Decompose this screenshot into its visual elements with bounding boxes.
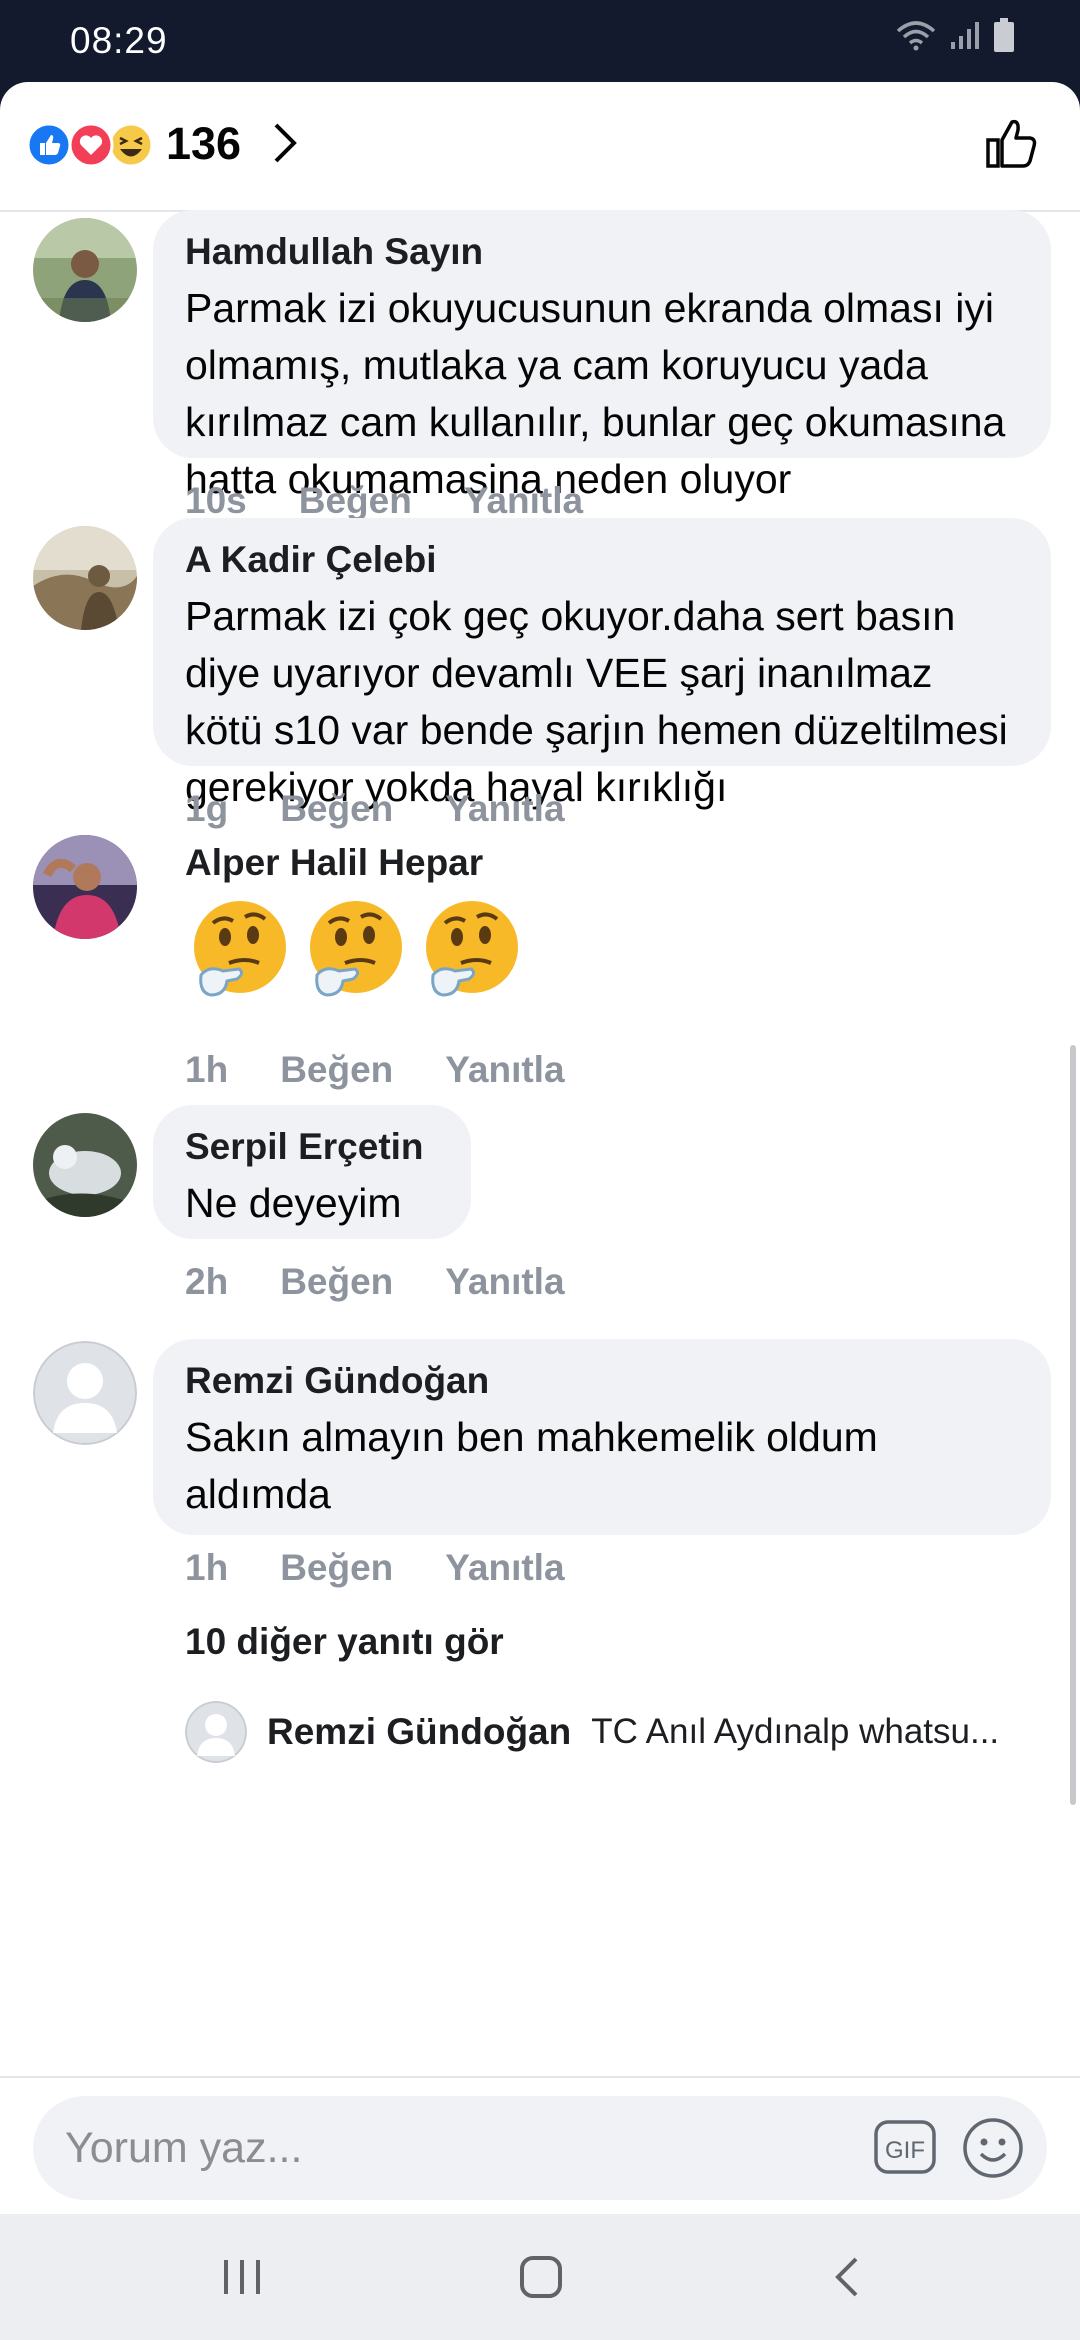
like-button[interactable]: Beğen [280,1261,393,1303]
comment-emojis[interactable] [187,897,525,1003]
smile-icon [963,2118,1023,2178]
home-icon[interactable] [518,2254,564,2300]
like-thumb-icon[interactable] [984,114,1042,172]
comment-actions: 10s Beğen Yanıtla [185,480,583,522]
reply-preview[interactable]: Remzi Gündoğan TC Anıl Aydınalp whatsu..… [185,1701,999,1763]
comments-sheet: 136 Hamdullah Sayın Parmak izi okuyucusu… [0,82,1080,2214]
comment-actions: 1h Beğen Yanıtla [185,1547,565,1589]
comment-bubble[interactable]: A Kadir Çelebi Parmak izi çok geç okuyor… [153,518,1051,810]
thinking-face-icon [426,901,518,997]
reply-text: TC Anıl Aydınalp whatsu... [591,1712,1000,1751]
comment-author[interactable]: Serpil Erçetin [185,1123,439,1171]
status-icons [896,18,1014,52]
gif-icon: GIF [874,2120,936,2174]
battery-icon [994,18,1014,52]
comment-author[interactable]: Hamdullah Sayın [185,228,1019,276]
comment-input[interactable]: Yorum yaz... GIF [33,2096,1047,2200]
reaction-icons[interactable] [26,120,156,170]
comments-list: Hamdullah Sayın Parmak izi okuyucusunun … [0,210,1080,2155]
comment-age[interactable]: 1g [185,788,228,830]
default-avatar-icon [33,1341,137,1445]
haha-reaction-icon [108,122,154,168]
system-nav-bar [0,2214,1080,2340]
view-more-replies-link[interactable]: 10 diğer yanıtı gör [185,1621,504,1663]
reaction-count[interactable]: 136 [166,118,241,170]
comment-input-placeholder: Yorum yaz... [65,2124,303,2172]
recent-apps-icon[interactable] [218,2254,266,2300]
avatar[interactable] [33,835,137,939]
comment-author[interactable]: A Kadir Çelebi [185,536,1019,584]
reply-button[interactable]: Yanıtla [464,480,583,522]
comment-actions: 2h Beğen Yanıtla [185,1261,565,1303]
comment-text: Sakın almayın ben mahkemelik oldum aldım… [185,1414,878,1517]
gif-button[interactable]: GIF [873,2116,937,2183]
reply-author: Remzi Gündoğan [267,1711,572,1752]
avatar[interactable] [33,1341,137,1445]
avatar[interactable] [33,526,137,630]
comment-bubble[interactable]: Remzi Gündoğan Sakın almayın ben mahkeme… [153,1339,1051,1535]
gif-label: GIF [885,2137,925,2164]
comment-age[interactable]: 1h [185,1049,228,1091]
reply-button[interactable]: Yanıtla [445,1547,564,1589]
comment-age[interactable]: 10s [185,480,247,522]
avatar[interactable] [33,218,137,322]
signal-icon [951,22,979,49]
comment-text: Parmak izi çok geç okuyor.daha sert bası… [185,593,1008,810]
avatar [185,1701,247,1763]
comment-author[interactable]: Alper Halil Hepar [185,839,483,887]
comment-age[interactable]: 2h [185,1261,228,1303]
like-button[interactable]: Beğen [280,788,393,830]
reply-button[interactable]: Yanıtla [445,788,564,830]
comment-bubble[interactable]: Hamdullah Sayın Parmak izi okuyucusunun … [153,210,1051,502]
like-reaction-icon [26,122,72,168]
comment-bubble[interactable]: Serpil Erçetin Ne deyeyim [153,1105,471,1239]
like-button[interactable]: Beğen [299,480,412,522]
default-avatar-icon [185,1701,247,1763]
like-button[interactable]: Beğen [280,1049,393,1091]
thinking-face-icon [310,901,402,997]
like-button[interactable]: Beğen [280,1547,393,1589]
reactions-bar: 136 [0,82,1080,212]
comment-composer: Yorum yaz... GIF [0,2076,1080,2214]
emoji-button[interactable] [961,2116,1025,2185]
comment-text: Ne deyeyim [185,1180,402,1226]
thinking-face-icon [194,901,286,997]
reply-button[interactable]: Yanıtla [445,1049,564,1091]
comment-age[interactable]: 1h [185,1547,228,1589]
comment-actions: 1h Beğen Yanıtla [185,1049,565,1091]
comment-author[interactable]: Remzi Gündoğan [185,1357,1019,1405]
comment-actions: 1g Beğen Yanıtla [185,788,565,830]
status-bar: 08:29 [0,0,1080,82]
reply-button[interactable]: Yanıtla [445,1261,564,1303]
status-time: 08:29 [70,20,168,61]
chevron-right-icon[interactable] [270,120,300,166]
scrollbar[interactable] [1070,1045,1076,1805]
back-icon[interactable] [830,2254,864,2300]
wifi-icon [896,21,936,51]
avatar[interactable] [33,1113,137,1217]
love-reaction-icon [68,122,114,168]
comment-text: Parmak izi okuyucusunun ekranda olması i… [185,285,1006,502]
